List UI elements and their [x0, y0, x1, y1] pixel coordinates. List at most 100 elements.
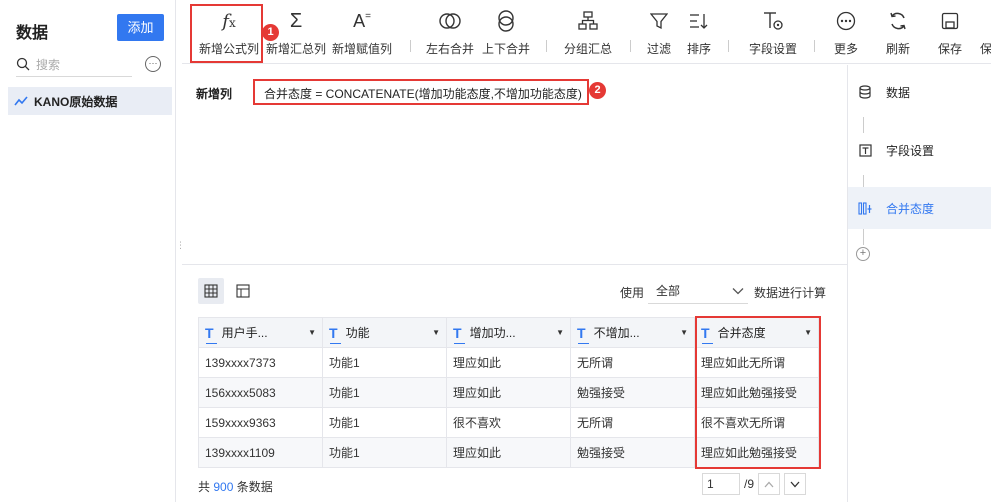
truncated-icon [980, 8, 991, 34]
toolbar-label: 新增赋值列 [331, 42, 392, 56]
sort-icon [690, 14, 708, 29]
layout-view-button[interactable] [230, 278, 256, 304]
sidebar-item-dataset[interactable]: KANO原始数据 [8, 87, 172, 115]
add-assign-column-button[interactable]: A= 新增赋值列 [330, 8, 394, 60]
highlight-box [253, 79, 589, 105]
toolbar-label: 新增汇总列 [265, 42, 326, 56]
row-count-number: 900 [213, 480, 234, 494]
toolbar-label: 保 [980, 42, 991, 56]
table-cell: 无所谓 [570, 407, 695, 438]
toolbar-label: 过滤 [646, 42, 671, 56]
merge-horizontal-button[interactable]: 左右合并 [422, 8, 478, 60]
field-settings-button[interactable]: 字段设置 [740, 8, 806, 60]
step-label: 字段设置 [886, 143, 935, 158]
grid-icon [204, 284, 218, 298]
save-button[interactable]: 保存 [930, 8, 970, 60]
table-cell: 理应如此 [446, 437, 571, 468]
row-count-prefix: 共 [198, 480, 211, 494]
formula-label: 新增列 [196, 87, 233, 101]
caret-down-icon[interactable]: ▼ [556, 328, 564, 337]
pagination: 1 /9 [702, 473, 807, 495]
table-cell: 勉强接受 [570, 377, 695, 408]
filter-button[interactable]: 过滤 [642, 8, 676, 60]
toolbar-label: 更多 [833, 42, 858, 56]
toolbar-divider [814, 40, 815, 52]
column-header[interactable]: T 用户手... ▼ [198, 317, 323, 348]
toolbar-label: 分组汇总 [563, 42, 612, 56]
toolbar-label: 排序 [686, 42, 711, 56]
toolbar: fx 新增公式列 Σ 新增汇总列 A= 新增赋值列 左右合并 上下合并 分组汇总… [182, 0, 991, 64]
data-scope-value: 全部 [656, 284, 681, 298]
table-cell: 功能1 [322, 407, 447, 438]
table-cell: 功能1 [322, 437, 447, 468]
next-page-button[interactable] [784, 473, 807, 495]
steps-panel: 数据 字段设置 合并态度 + [847, 65, 991, 502]
add-step-icon[interactable]: + [856, 247, 870, 261]
add-button[interactable]: 添加 [117, 14, 164, 41]
text-type-icon: T [453, 324, 465, 344]
line-chart-icon [14, 96, 28, 106]
field-settings-icon [764, 12, 783, 30]
chevron-up-icon [764, 481, 774, 487]
group-summary-button[interactable]: 分组汇总 [558, 8, 618, 60]
sort-button[interactable]: 排序 [682, 8, 716, 60]
search-input[interactable]: 搜索 [16, 52, 132, 77]
table-cell: 139xxxx7373 [198, 347, 323, 378]
more-button[interactable]: 更多 [826, 8, 866, 60]
column-header-label: 增加功... [469, 326, 516, 340]
step-label: 合并态度 [886, 201, 935, 216]
save-icon [941, 12, 959, 30]
step-badge: 2 [589, 82, 606, 99]
page-number-input[interactable]: 1 [702, 473, 740, 495]
database-icon [859, 85, 871, 99]
table-cell: 很不喜欢 [446, 407, 571, 438]
toolbar-label: 左右合并 [425, 42, 474, 56]
row-count-suffix: 条数据 [236, 480, 273, 494]
column-header[interactable]: T 不增加... ▼ [570, 317, 695, 348]
search-icon [16, 57, 30, 71]
more-icon [836, 11, 856, 31]
sidebar-title: 数据 [16, 25, 49, 42]
refresh-icon [890, 12, 906, 30]
step-item-merge[interactable]: 合并态度 [848, 187, 991, 229]
layout-icon [236, 284, 250, 298]
resize-handle[interactable]: ⋮ [176, 241, 185, 255]
table-cell: 勉强接受 [570, 437, 695, 468]
toolbar-divider [410, 40, 411, 52]
merge-column-icon [858, 201, 872, 215]
table-cell: 理应如此 [446, 347, 571, 378]
group-icon [578, 11, 598, 30]
field-icon [858, 143, 872, 157]
prev-page-button[interactable] [758, 473, 781, 495]
data-scope-select[interactable]: 全部 [648, 278, 748, 304]
column-header-label: 功能 [345, 326, 370, 340]
table-view-button[interactable] [198, 278, 224, 304]
column-header[interactable]: T 功能 ▼ [322, 317, 447, 348]
table-cell: 139xxxx1109 [198, 437, 323, 468]
caret-down-icon[interactable]: ▼ [308, 328, 316, 337]
toolbar-label: 刷新 [885, 42, 910, 56]
highlight-box [695, 316, 821, 469]
refresh-button[interactable]: 刷新 [878, 8, 918, 60]
caret-down-icon[interactable]: ▼ [432, 328, 440, 337]
step-item-field-settings[interactable]: 字段设置 [848, 129, 991, 171]
table-cell: 理应如此 [446, 377, 571, 408]
toolbar-divider [630, 40, 631, 52]
step-item-data[interactable]: 数据 [848, 71, 991, 113]
table-cell: 156xxxx5083 [198, 377, 323, 408]
table-cell: 无所谓 [570, 347, 695, 378]
highlight-box [190, 4, 263, 63]
caret-down-icon[interactable]: ▼ [680, 328, 688, 337]
text-type-icon: T [329, 324, 341, 344]
more-options-icon[interactable]: ··· [145, 56, 161, 72]
assign-icon: A= [353, 10, 371, 31]
truncated-toolbar-button[interactable]: 保 [980, 8, 991, 60]
column-header[interactable]: T 增加功... ▼ [446, 317, 571, 348]
step-label: 数据 [886, 85, 911, 100]
merge-vertical-button[interactable]: 上下合并 [478, 8, 534, 60]
use-label: 使用 [620, 286, 645, 300]
toolbar-label: 保存 [937, 42, 962, 56]
column-header-label: 不增加... [593, 326, 640, 340]
search-placeholder: 搜索 [36, 57, 61, 72]
merge-horizontal-icon [439, 13, 461, 29]
